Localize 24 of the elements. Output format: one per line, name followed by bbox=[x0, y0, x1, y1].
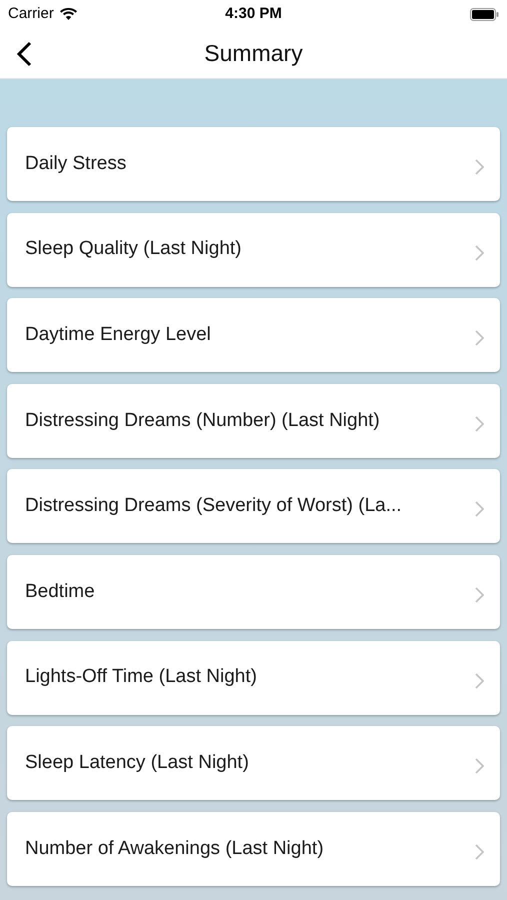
summary-list-item[interactable]: Lights-Off Time (Last Night) bbox=[7, 640, 500, 715]
chevron-right-icon bbox=[475, 330, 484, 346]
summary-list-item[interactable]: Sleep Quality (Last Night) bbox=[7, 212, 500, 287]
battery-icon bbox=[470, 8, 499, 21]
back-chevron-icon bbox=[16, 41, 32, 67]
wifi-icon bbox=[60, 8, 77, 20]
chevron-right-icon bbox=[475, 244, 484, 261]
status-time: 4:30 PM bbox=[225, 4, 282, 24]
chevron-right-icon bbox=[475, 416, 484, 432]
summary-list-item[interactable]: Daytime Energy Level bbox=[7, 298, 500, 372]
summary-list-item[interactable]: Distressing Dreams (Number) (Last Night) bbox=[7, 384, 500, 458]
summary-list-item[interactable]: Distressing Dreams (Severity of Worst) (La... bbox=[7, 469, 500, 544]
chevron-right-icon bbox=[475, 501, 484, 518]
summary-list-item[interactable]: Sleep Latency (Last Night) bbox=[7, 726, 500, 800]
chevron-right-icon bbox=[475, 672, 484, 689]
summary-list-item[interactable]: Bedtime bbox=[7, 554, 500, 629]
summary-list-item[interactable]: Number of Awakenings (Last Night) bbox=[7, 812, 500, 886]
carrier-label: Carrier bbox=[8, 4, 54, 24]
chevron-right-icon bbox=[475, 586, 484, 603]
chevron-right-icon bbox=[475, 758, 484, 774]
chevron-right-icon bbox=[475, 159, 484, 175]
summary-list-item[interactable]: Daily Stress bbox=[7, 127, 500, 201]
chevron-right-icon bbox=[475, 844, 484, 860]
screen-title: Summary bbox=[204, 38, 303, 68]
